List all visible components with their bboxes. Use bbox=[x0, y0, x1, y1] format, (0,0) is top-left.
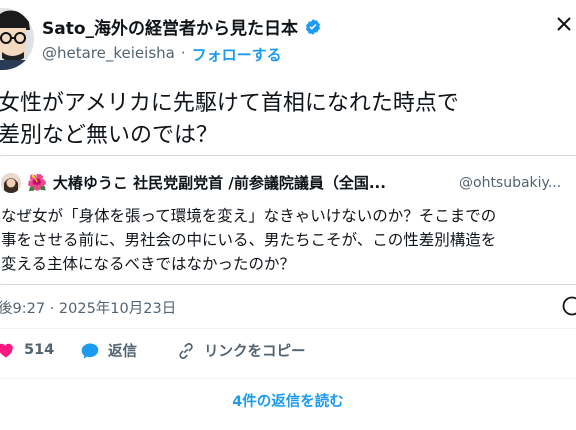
reply-label: 返信 bbox=[108, 344, 137, 360]
reply-bubble-icon bbox=[81, 343, 99, 358]
divider bbox=[0, 378, 576, 379]
copy-link-label: リンクをコピー bbox=[204, 344, 306, 360]
author-name[interactable]: Sato_海外の経営者から見た日本 bbox=[42, 14, 298, 39]
copy-link-button[interactable]: リンクをコピー bbox=[176, 340, 306, 361]
info-icon[interactable] bbox=[562, 296, 576, 316]
quoted-avatar bbox=[1, 172, 21, 193]
reply-button[interactable]: 返信 bbox=[80, 340, 137, 361]
author-name-row: Sato_海外の経営者から見た日本 bbox=[42, 14, 322, 39]
read-replies-button[interactable]: 4件の返信を読む bbox=[0, 390, 576, 411]
tweet-header: Sato_海外の経営者から見た日本 @hetare_keieisha · フォロ… bbox=[0, 0, 576, 78]
heart-icon bbox=[0, 343, 13, 358]
link-icon bbox=[179, 342, 193, 359]
separator-dot: · bbox=[180, 44, 186, 62]
action-bar: 514 返信 リンクをコピー bbox=[0, 340, 576, 372]
divider bbox=[0, 328, 576, 329]
like-button[interactable]: 514 bbox=[0, 340, 54, 360]
flower-icon: 🌺 bbox=[27, 172, 47, 192]
author-handle[interactable]: @hetare_keieisha bbox=[42, 44, 175, 65]
quoted-header: 🌺 大椿ゆうこ 社民党副党首 /前参議院議員（全国... bbox=[1, 172, 386, 193]
author-avatar[interactable] bbox=[0, 8, 34, 70]
close-icon[interactable] bbox=[556, 16, 572, 32]
tweet-text: 女性がアメリカに先駆けて首相になれた時点で 差別など無いのでは？ bbox=[0, 91, 459, 148]
like-count: 514 bbox=[24, 342, 55, 358]
quoted-text: なぜ女が「身体を張って環境を変え」なきゃいけないのか？そこまでの 事をさせる前に… bbox=[1, 207, 497, 273]
quoted-author-handle: @ohtsubakiy... bbox=[459, 175, 562, 191]
quoted-author-name: 大椿ゆうこ 社民党副党首 /前参議院議員（全国... bbox=[52, 174, 386, 192]
follow-button[interactable]: フォローする bbox=[192, 44, 282, 65]
tweet-timestamp[interactable]: 後9:27 · 2025年10月23日 bbox=[0, 297, 176, 318]
author-handle-row: @hetare_keieisha · フォローする bbox=[42, 44, 282, 65]
verified-badge-icon bbox=[305, 18, 321, 35]
quoted-tweet[interactable]: 🌺 大椿ゆうこ 社民党副党首 /前参議院議員（全国... @ohtsubakiy… bbox=[0, 155, 576, 285]
